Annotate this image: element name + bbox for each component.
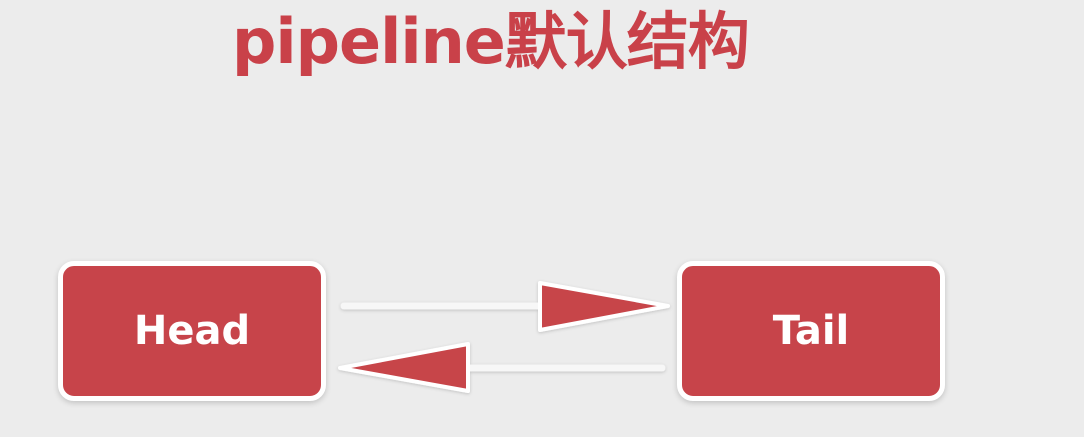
head-node-label: Head (133, 308, 251, 354)
arrow-tail-to-head (338, 342, 666, 393)
tail-node-label: Tail (772, 308, 850, 354)
tail-node: Tail (677, 261, 945, 401)
head-node: Head (58, 261, 326, 401)
arrow-head-to-tail (340, 281, 670, 332)
arrow-head-to-tail-tip (538, 281, 670, 332)
arrow-tail-to-head-tip (338, 342, 470, 393)
